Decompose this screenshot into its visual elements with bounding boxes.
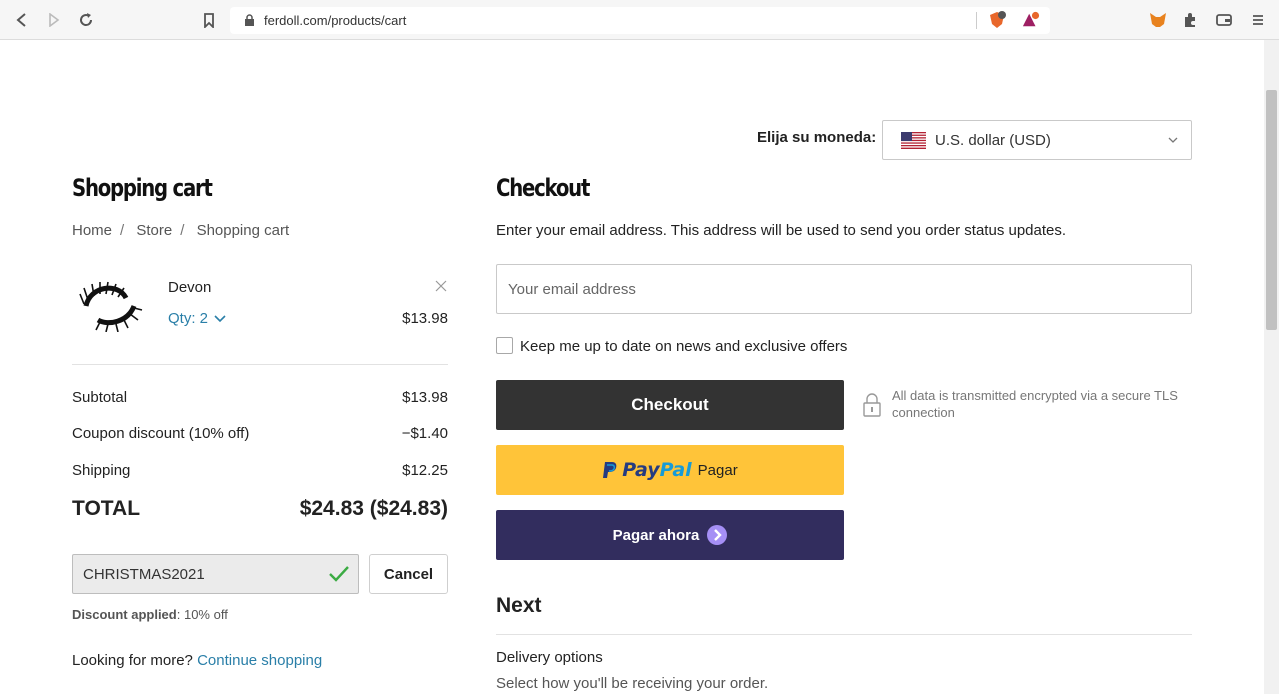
- coupon-value: −$1.40: [401, 425, 448, 442]
- paypal-logo-pay: Pay: [622, 459, 660, 481]
- discount-note-prefix: Discount applied: [72, 607, 177, 622]
- extensions-icon[interactable]: [1181, 11, 1199, 29]
- currency-value: U.S. dollar (USD): [935, 132, 1051, 149]
- product-name[interactable]: Devon: [168, 279, 211, 296]
- close-icon[interactable]: [434, 279, 448, 293]
- us-flag-icon: [901, 132, 926, 149]
- address-bar[interactable]: ferdoll.com/products/cart: [230, 7, 1050, 34]
- metamask-icon[interactable]: [1149, 11, 1167, 29]
- paypal-logo-pal: Pal: [659, 459, 692, 481]
- continue-shopping-link[interactable]: Continue shopping: [197, 652, 322, 669]
- discount-note: Discount applied: 10% off: [72, 607, 228, 622]
- checkout-description: Enter your email address. This address w…: [496, 222, 1067, 239]
- email-field[interactable]: Your email address: [496, 264, 1192, 314]
- delivery-options-description: Select how you'll be receiving your orde…: [496, 675, 769, 692]
- currency-label: Elija su moneda:: [757, 129, 877, 146]
- paypal-button[interactable]: PayPal Pagar: [496, 445, 844, 495]
- subtotal-label: Subtotal: [72, 389, 128, 406]
- breadcrumb: Home / Store / Shopping cart: [72, 222, 297, 239]
- breadcrumb-separator: /: [180, 222, 185, 239]
- email-placeholder: Your email address: [508, 281, 636, 298]
- lock-icon: [863, 393, 881, 417]
- pay-now-button[interactable]: Pagar ahora: [496, 510, 844, 560]
- wallet-icon[interactable]: [1215, 11, 1233, 29]
- shipping-value: $12.25: [402, 462, 448, 479]
- shipping-label: Shipping: [72, 462, 131, 479]
- reload-icon[interactable]: [77, 11, 95, 29]
- coupon-label: Coupon discount (10% off): [72, 425, 250, 442]
- checkmark-icon: [329, 566, 349, 582]
- shipping-row: Shipping $12.25: [72, 462, 448, 482]
- continue-shopping-line: Looking for more? Continue shopping: [72, 652, 322, 669]
- qty-dropdown[interactable]: Qty: 2: [168, 310, 226, 327]
- newsletter-label[interactable]: Keep me up to date on news and exclusive…: [520, 338, 847, 355]
- menu-icon[interactable]: [1249, 11, 1267, 29]
- product-image[interactable]: [78, 276, 144, 332]
- breadcrumb-separator: /: [120, 222, 125, 239]
- breadcrumb-current: Shopping cart: [196, 222, 290, 239]
- subtotal-row: Subtotal $13.98: [72, 389, 448, 409]
- browser-toolbar: ferdoll.com/products/cart: [0, 0, 1279, 40]
- qty-label: Qty: 2: [168, 310, 209, 327]
- product-price: $13.98: [402, 310, 448, 327]
- back-icon[interactable]: [13, 11, 31, 29]
- brave-rewards-icon[interactable]: [1022, 11, 1040, 29]
- bookmark-icon[interactable]: [200, 11, 218, 29]
- pay-now-label: Pagar ahora: [612, 526, 700, 544]
- url-text: ferdoll.com/products/cart: [264, 13, 407, 28]
- chevron-down-icon: [214, 314, 226, 322]
- total-label: TOTAL: [72, 497, 141, 520]
- brave-shield-icon[interactable]: [988, 11, 1006, 29]
- checkout-button[interactable]: Checkout: [496, 380, 844, 430]
- paypal-icon: [603, 462, 617, 478]
- delivery-options-title: Delivery options: [496, 649, 603, 666]
- next-title: Next: [496, 594, 542, 617]
- currency-select[interactable]: U.S. dollar (USD): [882, 120, 1192, 160]
- chevron-down-icon: [1168, 137, 1178, 143]
- subtotal-value: $13.98: [402, 389, 448, 406]
- coupon-input[interactable]: CHRISTMAS2021: [72, 554, 359, 594]
- discount-note-suffix: : 10% off: [176, 607, 228, 622]
- coupon-code: CHRISTMAS2021: [83, 566, 205, 583]
- scrollbar-thumb[interactable]: [1266, 90, 1277, 330]
- total-value: $24.83 ($24.83): [299, 497, 448, 520]
- paypal-logo: PayPal: [622, 459, 691, 481]
- breadcrumb-store[interactable]: Store: [136, 222, 172, 239]
- more-prefix: Looking for more?: [72, 652, 193, 669]
- cancel-coupon-button[interactable]: Cancel: [369, 554, 448, 594]
- divider: [72, 364, 448, 365]
- newsletter-checkbox[interactable]: [496, 337, 513, 354]
- arrow-right-icon: [707, 525, 728, 545]
- total-row: TOTAL $24.83 ($24.83): [72, 497, 448, 525]
- cart-title: Shopping cart: [72, 174, 213, 202]
- divider: [496, 634, 1192, 635]
- scrollbar[interactable]: [1264, 40, 1279, 694]
- breadcrumb-home[interactable]: Home: [72, 222, 112, 239]
- forward-icon[interactable]: [45, 11, 63, 29]
- checkout-title: Checkout: [496, 174, 590, 202]
- url-separator: [976, 12, 977, 29]
- coupon-row: Coupon discount (10% off) −$1.40: [72, 425, 448, 445]
- paypal-button-label: Pagar: [697, 461, 738, 479]
- secure-note: All data is transmitted encrypted via a …: [892, 388, 1178, 420]
- lock-icon: [245, 14, 254, 26]
